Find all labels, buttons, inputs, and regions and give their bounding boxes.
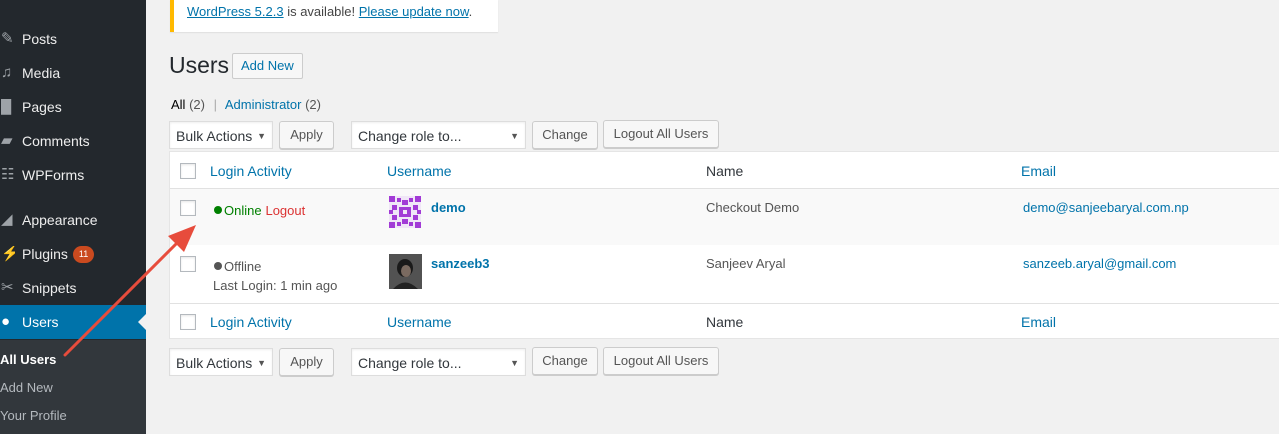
identicon-avatar — [389, 196, 421, 228]
page-title: Users — [169, 52, 230, 78]
notice-text: is available! — [283, 4, 359, 19]
select-all-checkbox-footer[interactable] — [180, 314, 196, 330]
status-text: Online — [224, 203, 262, 218]
select-all-checkbox[interactable] — [180, 163, 196, 179]
add-new-button[interactable]: Add New — [232, 53, 303, 79]
menu-item-appearance[interactable]: ◢ Appearance — [0, 203, 146, 237]
col-login-activity-footer[interactable]: Login Activity — [210, 314, 292, 330]
users-table: Login Activity Username Name Email Onlin… — [169, 151, 1279, 339]
change-button-top[interactable]: Change — [532, 121, 598, 149]
filter-all-count: (2) — [189, 97, 205, 112]
filter-administrator[interactable]: Administrator — [225, 97, 302, 112]
submenu-all-users[interactable]: All Users — [0, 352, 56, 367]
select-value: Bulk Actions — [176, 355, 253, 371]
menu-label: Appearance — [22, 212, 98, 228]
menu-item-posts[interactable]: ✎ Posts — [0, 22, 146, 56]
menu-label: Comments — [22, 133, 90, 149]
col-name: Name — [706, 163, 744, 179]
users-submenu: All Users Add New Your Profile — [0, 340, 146, 434]
menu-label: Pages — [22, 99, 62, 115]
change-role-select-bottom[interactable]: Change role to... ▼ — [351, 348, 526, 376]
dropdown-arrow-icon: ▼ — [510, 131, 519, 141]
col-name-footer: Name — [706, 314, 744, 330]
comment-icon: ▰ — [1, 133, 13, 149]
logout-all-button-top[interactable]: Logout All Users — [603, 120, 719, 148]
plugin-icon: ⚡ — [1, 246, 15, 262]
login-status: Online Logout — [214, 202, 305, 218]
offline-dot-icon — [214, 262, 222, 270]
col-username[interactable]: Username — [387, 163, 452, 179]
last-login-text: Last Login: 1 min ago — [213, 278, 338, 293]
change-button-bottom[interactable]: Change — [532, 347, 598, 375]
col-email[interactable]: Email — [1021, 163, 1056, 179]
table-header: Login Activity Username Name Email — [170, 152, 1279, 189]
email-link[interactable]: demo@sanjeebaryal.com.np — [1023, 200, 1189, 215]
menu-label: Posts — [22, 31, 58, 47]
update-count-badge: 11 — [72, 245, 95, 263]
col-login-activity[interactable]: Login Activity — [210, 163, 292, 179]
dropdown-arrow-icon: ▼ — [257, 131, 266, 141]
logout-link[interactable]: Logout — [265, 203, 305, 218]
forms-icon: ☷ — [1, 167, 15, 183]
menu-item-wpforms[interactable]: ☷ WPForms — [0, 158, 146, 192]
version-link[interactable]: WordPress 5.2.3 — [187, 4, 284, 19]
dropdown-arrow-icon: ▼ — [257, 358, 266, 368]
login-status: Offline — [214, 258, 261, 274]
role-filters: All (2) | Administrator (2) — [171, 97, 321, 112]
bulk-actions-select-top[interactable]: Bulk Actions ▼ — [169, 121, 273, 149]
col-email-footer[interactable]: Email — [1021, 314, 1056, 330]
apply-button-bottom[interactable]: Apply — [279, 348, 334, 376]
update-notice: WordPress 5.2.3 is available! Please upd… — [170, 0, 498, 32]
row-checkbox[interactable] — [180, 256, 196, 272]
filter-admin-count: (2) — [305, 97, 321, 112]
menu-label: WPForms — [22, 167, 85, 183]
online-dot-icon — [214, 206, 222, 214]
status-text: Offline — [224, 259, 262, 274]
menu-label: Users — [22, 314, 59, 330]
menu-label: Media — [22, 65, 61, 81]
user-name: Checkout Demo — [706, 200, 800, 215]
username-link[interactable]: sanzeeb3 — [431, 256, 490, 271]
brush-icon: ◢ — [1, 212, 13, 228]
menu-item-comments[interactable]: ▰ Comments — [0, 124, 146, 158]
page-icon: ▉ — [1, 99, 13, 115]
table-footer: Login Activity Username Name Email — [170, 303, 1279, 339]
filter-all[interactable]: All — [171, 97, 185, 112]
dropdown-arrow-icon: ▼ — [510, 358, 519, 368]
menu-item-snippets[interactable]: ✂ Snippets — [0, 271, 146, 305]
notice-end: . — [468, 4, 473, 19]
update-now-link[interactable]: Please update now — [359, 4, 469, 19]
menu-item-pages[interactable]: ▉ Pages — [0, 90, 146, 124]
submenu-add-new[interactable]: Add New — [0, 380, 53, 395]
menu-item-plugins[interactable]: ⚡ Plugins 11 — [0, 237, 146, 271]
col-username-footer[interactable]: Username — [387, 314, 452, 330]
username-link[interactable]: demo — [431, 200, 466, 215]
table-row: Offline Last Login: 1 min ago sanzeeb3 S… — [170, 245, 1279, 303]
bulk-actions-select-bottom[interactable]: Bulk Actions ▼ — [169, 348, 273, 376]
scissors-icon: ✂ — [1, 280, 14, 296]
filter-separator: | — [213, 97, 217, 112]
select-value: Change role to... — [358, 128, 462, 144]
submenu-your-profile[interactable]: Your Profile — [0, 408, 67, 423]
media-icon: ♫ — [1, 65, 13, 81]
table-row: Online Logout demo Checkout Demo demo@sa… — [170, 189, 1279, 245]
logout-all-button-bottom[interactable]: Logout All Users — [603, 347, 719, 375]
select-value: Bulk Actions — [176, 128, 253, 144]
admin-sidebar: ✎ Posts ♫ Media ▉ Pages ▰ Comments ☷ WPForms … — [0, 0, 146, 434]
select-value: Change role to... — [358, 355, 462, 371]
user-icon: ● — [1, 314, 11, 330]
pin-icon: ✎ — [1, 31, 14, 47]
email-link[interactable]: sanzeeb.aryal@gmail.com — [1023, 256, 1176, 271]
user-photo-avatar — [389, 254, 422, 289]
user-name: Sanjeev Aryal — [706, 256, 786, 271]
menu-label: Snippets — [22, 280, 77, 296]
menu-item-users[interactable]: ● Users — [0, 305, 146, 339]
change-role-select-top[interactable]: Change role to... ▼ — [351, 121, 526, 149]
row-checkbox[interactable] — [180, 200, 196, 216]
apply-button-top[interactable]: Apply — [279, 121, 334, 149]
menu-item-media[interactable]: ♫ Media — [0, 56, 146, 90]
menu-label: Plugins — [22, 246, 68, 262]
